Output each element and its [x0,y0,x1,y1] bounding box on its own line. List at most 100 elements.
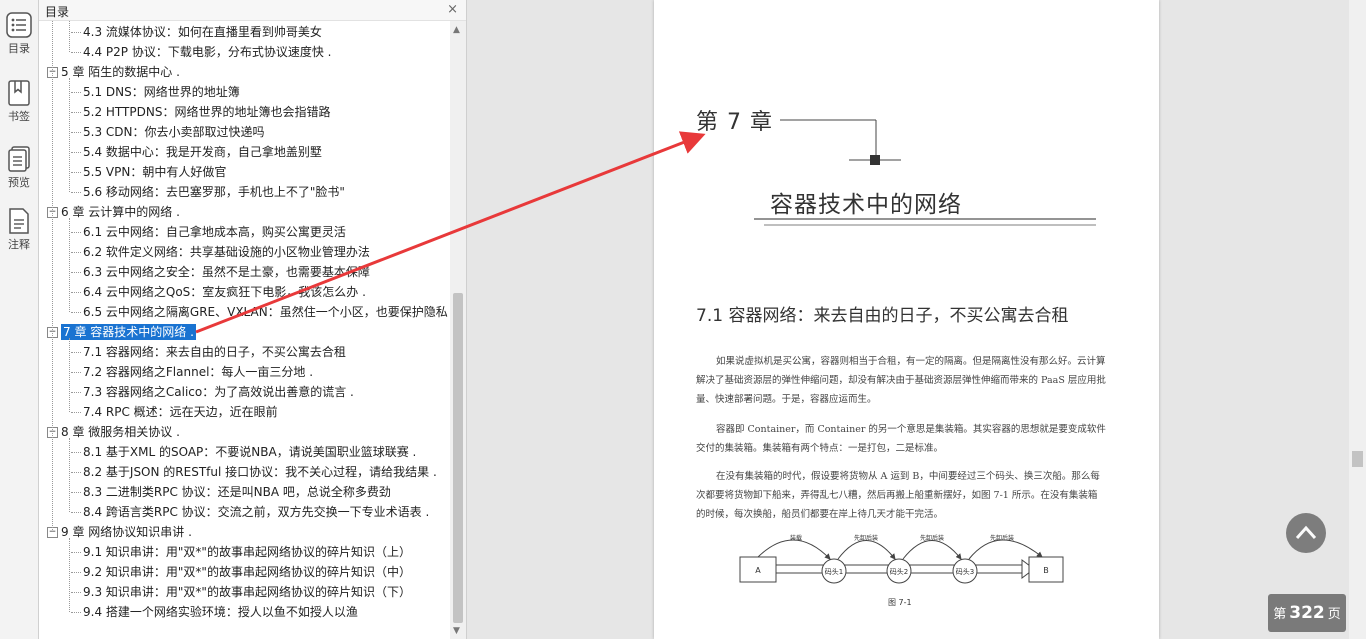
tree-connector [71,292,81,293]
rail-annotation-label: 注释 [8,238,30,251]
figure-7-1: A B 码头1 码头2 码头3 装载 先卸后装 先卸后装 先卸后装 [739,534,1064,584]
outline-item-label: 6.4 云中网络之QoS：室友疯狂下电影，我该怎么办 . [83,285,366,299]
outline-section-item[interactable]: 7.3 容器网络之Calico：为了高效说出善意的谎言 . [71,382,354,402]
outline-section-item[interactable]: 7.1 容器网络：来去自由的日子，不买公寓去合租 [71,342,346,362]
outline-item-label: 5.2 HTTPDNS：网络世界的地址簿也会指错路 [83,105,331,119]
outline-item-label: 9.3 知识串讲：用"双*"的故事串起网络协议的碎片知识（下） [83,585,411,599]
outline-section-item[interactable]: 5.1 DNS：网络世界的地址簿 [71,82,240,102]
document-scrollbar[interactable] [1349,0,1366,639]
back-to-top-button[interactable] [1286,513,1326,553]
outline-section-item[interactable]: 5.5 VPN：朝中有人好做官 [71,162,226,182]
tree-connector [71,452,81,453]
tree-connector [71,392,81,393]
rail-annotation[interactable]: 注释 [0,208,38,252]
outline-item-label: 8 章 微服务相关协议 . [61,425,180,439]
outline-item-label: 5.6 移动网络：去巴塞罗那，手机也上不了"脸书" [83,185,345,199]
outline-section-item[interactable]: 9.2 知识串讲：用"双*"的故事串起网络协议的碎片知识（中） [71,562,411,582]
outline-panel: 目录 × 4.3 流媒体协议：如何在直播里看到帅哥美女 4.4 P2P 协议：下载… [39,0,467,639]
outline-item-label: 9.1 知识串讲：用"双*"的故事串起网络协议的碎片知识（上） [83,545,411,559]
outline-section-item[interactable]: 6.4 云中网络之QoS：室友疯狂下电影，我该怎么办 . [71,282,366,302]
tree-connector [52,21,53,532]
outline-item-label: 6.3 云中网络之安全：虽然不是土豪，也需要基本保障 [83,265,370,279]
document-scroll-thumb[interactable] [1352,451,1363,467]
tree-connector [71,112,81,113]
tree-connector [71,32,81,33]
rail-toc[interactable]: 目录 [0,12,38,56]
tree-connector [71,412,81,413]
bookmark-icon [8,80,30,106]
outline-scrollbar[interactable]: ▲ ▼ [450,21,466,639]
outline-chapter-item[interactable]: −5 章 陌生的数据中心 . [47,62,180,82]
tree-connector [71,512,81,513]
outline-section-item[interactable]: 4.3 流媒体协议：如何在直播里看到帅哥美女 [71,22,322,42]
paragraph: 如果说虚拟机是买公寓，容器则相当于合租，有一定的隔离。但是隔离性没有那么好。云计… [696,356,1106,405]
panel-title: 目录 [45,5,70,19]
outline-chapter-item[interactable]: −8 章 微服务相关协议 . [47,422,180,442]
outline-section-item[interactable]: 7.2 容器网络之Flannel：每人一亩三分地 . [71,362,313,382]
outline-item-label: 8.2 基于JSON 的RESTful 接口协议：我不关心过程，请给我结果 . [83,465,437,479]
outline-item-label: 7.4 RPC 概述：远在天边，近在眼前 [83,405,278,419]
left-tool-rail: 目录 书签 预览 注释 [0,0,39,639]
scroll-down-arrow-icon[interactable]: ▼ [453,626,460,636]
outline-section-item[interactable]: 8.4 跨语言类RPC 协议：交流之前，双方先交换一下专业术语表 . [71,502,429,522]
close-icon[interactable]: × [447,2,458,17]
outline-section-item[interactable]: 5.2 HTTPDNS：网络世界的地址簿也会指错路 [71,102,330,122]
figure-node-label: A [755,566,761,575]
figure-node-label: 码头3 [956,567,974,576]
paragraph: 在没有集装箱的时代，假设要将货物从 A 运到 B，中间要经过三个码头、换三次船。… [696,471,1100,520]
tree-connector [71,612,81,613]
tree-connector [69,218,70,312]
preview-icon [8,146,30,172]
rail-preview-label: 预览 [8,176,30,189]
outline-item-label: 5.3 CDN：你去小卖部取过快递吗 [83,125,265,139]
tree-connector [69,338,70,412]
outline-item-label: 5.4 数据中心：我是开发商，自己拿地盖别墅 [83,145,322,159]
rail-toc-label: 目录 [8,42,30,55]
outline-item-label: 7 章 容器技术中的网络 . [61,324,196,340]
outline-section-item[interactable]: 6.2 软件定义网络：共享基础设施的小区物业管理办法 [71,242,370,262]
outline-section-item[interactable]: 8.1 基于XML 的SOAP：不要说NBA，请说美国职业篮球联赛 . [71,442,416,462]
tree-connector [71,252,81,253]
page-indicator-prefix: 第 [1273,607,1287,622]
tree-connector [71,132,81,133]
figure-arc-label: 先卸后装 [920,534,944,542]
outline-section-item[interactable]: 7.4 RPC 概述：远在天边，近在眼前 [71,402,278,422]
outline-section-item[interactable]: 6.1 云中网络：自己拿地成本高，购买公寓更灵活 [71,222,346,242]
rail-preview[interactable]: 预览 [0,146,38,190]
outline-section-item[interactable]: 9.3 知识串讲：用"双*"的故事串起网络协议的碎片知识（下） [71,582,411,602]
tree-connector [71,572,81,573]
figure-arc-label: 装载 [790,534,802,542]
document-page: 第 7 章 容器技术中的网络 7.1 容器网络：来去自由的日子，不买公寓去合租 … [654,0,1159,639]
tree-connector [71,92,81,93]
tree-connector [71,492,81,493]
outline-tree: 4.3 流媒体协议：如何在直播里看到帅哥美女 4.4 P2P 协议：下载电影，分布… [39,21,449,639]
tree-connector [71,152,81,153]
outline-item-label: 6.2 软件定义网络：共享基础设施的小区物业管理办法 [83,245,370,259]
outline-item-label: 6.1 云中网络：自己拿地成本高，购买公寓更灵活 [83,225,346,239]
outline-scroll-thumb[interactable] [453,293,463,623]
outline-section-item[interactable]: 6.3 云中网络之安全：虽然不是土豪，也需要基本保障 [71,262,370,282]
outline-section-item[interactable]: 8.2 基于JSON 的RESTful 接口协议：我不关心过程，请给我结果 . [71,462,437,482]
tree-connector [71,312,81,313]
rail-bookmark-label: 书签 [8,110,30,123]
scroll-up-arrow-icon[interactable]: ▲ [453,25,460,35]
outline-section-item[interactable]: 9.1 知识串讲：用"双*"的故事串起网络协议的碎片知识（上） [71,542,411,562]
outline-item-label: 6 章 云计算中的网络 . [61,205,180,219]
figure-arc-label: 先卸后装 [854,534,878,542]
outline-section-item[interactable]: 8.3 二进制类RPC 协议：还是叫NBA 吧，总说全称多费劲 [71,482,391,502]
tree-connector [71,592,81,593]
outline-section-item[interactable]: 5.6 移动网络：去巴塞罗那，手机也上不了"脸书" [71,182,345,202]
outline-item-label: 7.1 容器网络：来去自由的日子，不买公寓去合租 [83,345,346,359]
outline-section-item[interactable]: 4.4 P2P 协议：下载电影，分布式协议速度快 . [71,42,331,62]
outline-item-label: 4.4 P2P 协议：下载电影，分布式协议速度快 . [83,45,332,59]
figure-node-label: 码头2 [890,567,908,576]
outline-item-label: 7.3 容器网络之Calico：为了高效说出善意的谎言 . [83,385,354,399]
outline-section-item[interactable]: 5.3 CDN：你去小卖部取过快递吗 [71,122,265,142]
outline-item-label: 7.2 容器网络之Flannel：每人一亩三分地 . [83,365,314,379]
outline-section-item[interactable]: 9.4 搭建一个网络实验环境：授人以鱼不如授人以渔 [71,602,358,622]
figure-arc-label: 先卸后装 [990,534,1014,542]
outline-chapter-item[interactable]: −6 章 云计算中的网络 . [47,202,180,222]
outline-section-item[interactable]: 5.4 数据中心：我是开发商，自己拿地盖别墅 [71,142,322,162]
rail-bookmark[interactable]: 书签 [0,80,38,124]
outline-section-item[interactable]: 6.5 云中网络之隔离GRE、VXLAN：虽然住一个小区，也要保护隐私 [71,302,448,322]
